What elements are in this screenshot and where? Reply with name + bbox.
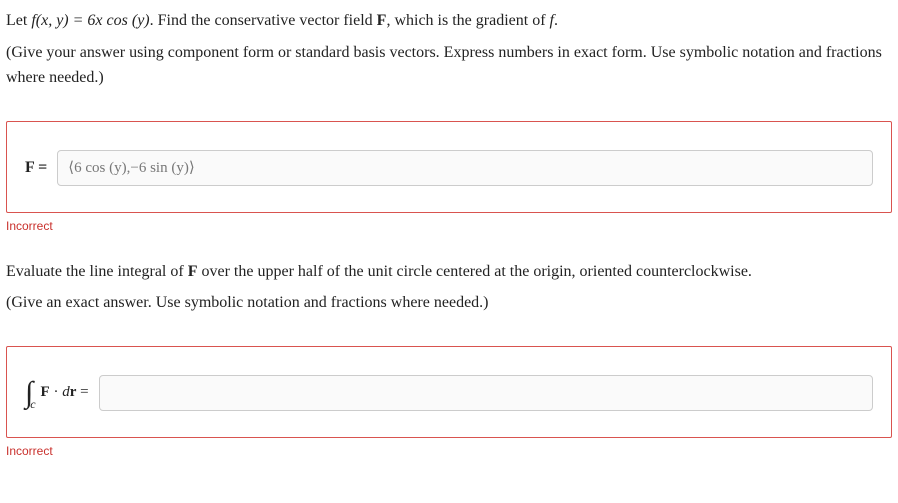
answer1-input[interactable] [57,150,873,186]
integrand-d: d [62,384,70,400]
question2-line1: Evaluate the line integral of F over the… [6,259,892,285]
integrand-dot: · [50,384,63,400]
q1-text-end: , which is the gradient of [386,12,549,29]
integrand-eq: = [76,384,88,400]
q1-period: . [554,12,558,29]
q1-function: f(x, y) = 6x cos (y) [31,12,149,29]
answer2-label: ∫c F · dr = [25,376,89,410]
q1-text-pre: Let [6,12,31,29]
q1-vector-F: F [377,12,387,29]
question1-line1: Let f(x, y) = 6x cos (y). Find the conse… [6,8,892,34]
answer1-box: F = [6,121,892,213]
question1-line2: (Give your answer using component form o… [6,40,892,91]
q2-text-pre: Evaluate the line integral of [6,263,188,280]
question2-text: Evaluate the line integral of F over the… [6,259,892,316]
q1-text-post: . Find the conservative vector field [150,12,377,29]
answer2-status: Incorrect [6,444,892,458]
question2-line2: (Give an exact answer. Use symbolic nota… [6,290,892,316]
answer2-input[interactable] [99,375,873,411]
integral-subscript: c [30,397,35,412]
integrand-F: F [41,384,50,400]
question1-text: Let f(x, y) = 6x cos (y). Find the conse… [6,8,892,91]
answer1-label: F = [25,159,47,177]
answer2-box: ∫c F · dr = [6,346,892,438]
answer1-status: Incorrect [6,219,892,233]
q2-text-post: over the upper half of the unit circle c… [197,263,751,280]
integrand: F · dr = [41,384,89,401]
